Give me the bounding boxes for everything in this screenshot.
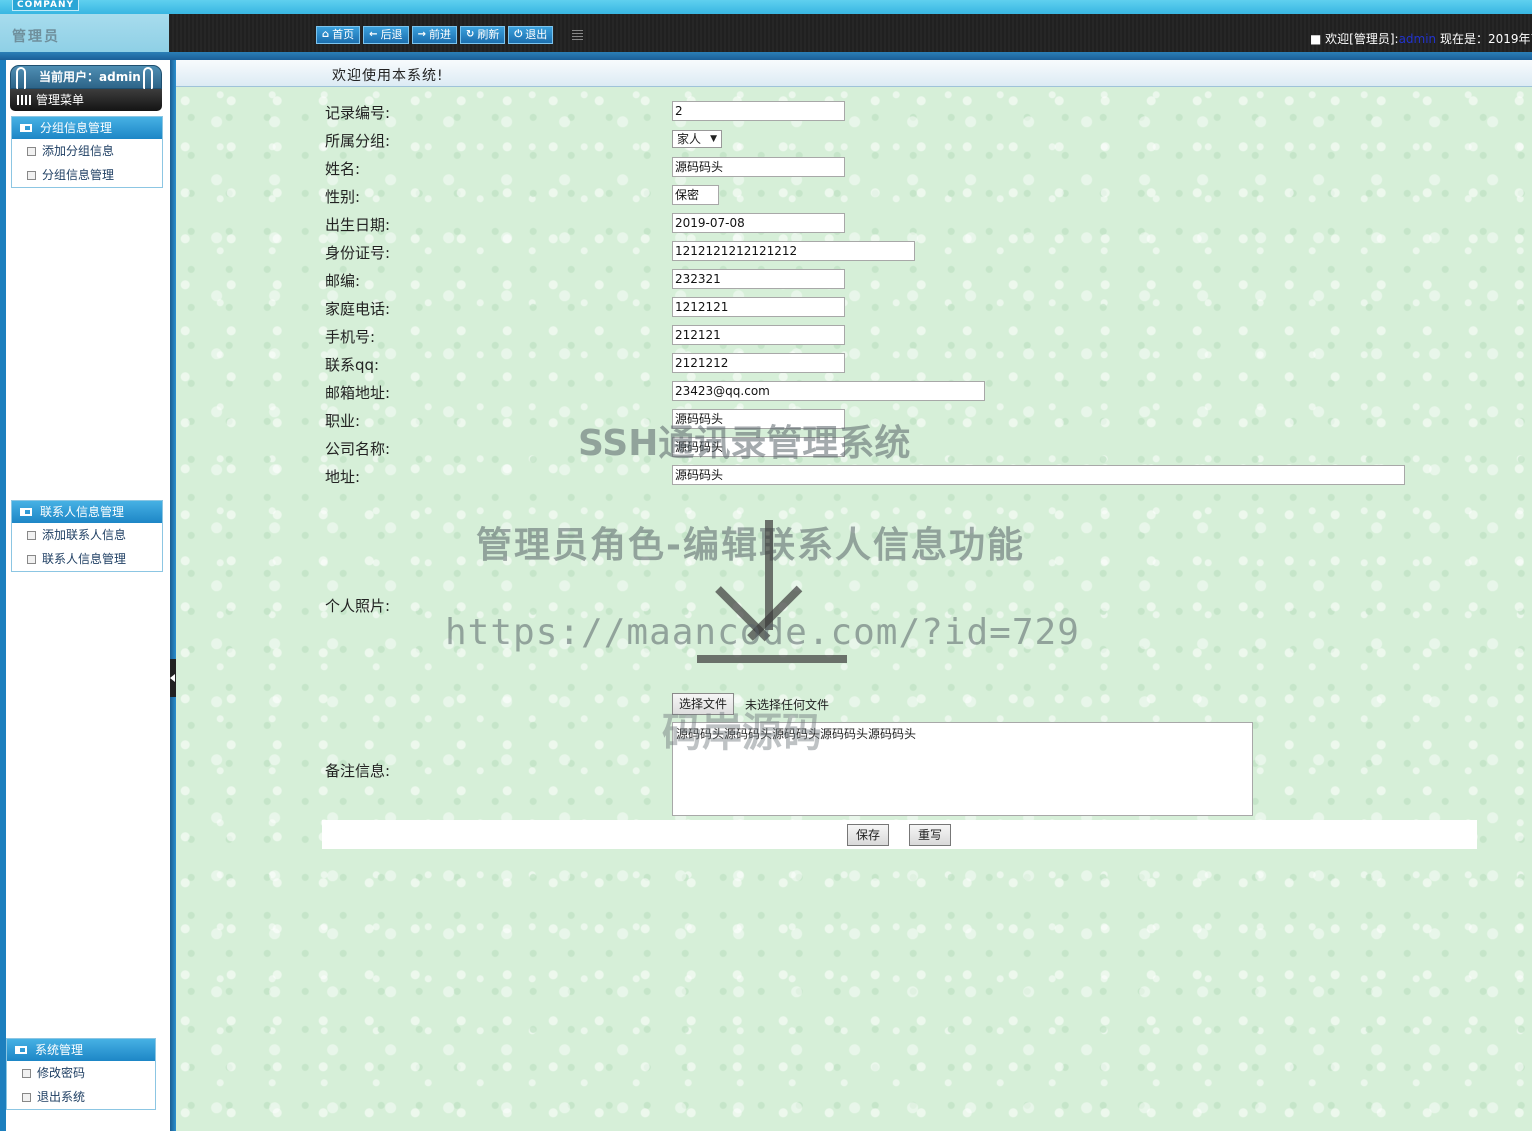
toolbar: ⌂ 首页 ← 后退 → 前进 ↻ 刷新 ⏻ 退出 [316, 26, 554, 44]
back-button[interactable]: ← 后退 [363, 26, 409, 44]
panel-icon [20, 124, 32, 132]
label-company: 公司名称: [325, 440, 391, 458]
hook-icon [143, 67, 153, 89]
mobile-field[interactable]: 212121 [672, 325, 845, 345]
label-birthday: 出生日期: [325, 216, 391, 234]
label-id-card: 身份证号: [325, 244, 391, 262]
panel-icon [20, 508, 32, 516]
forward-button[interactable]: → 前进 [411, 26, 457, 44]
panel-group-management: 分组信息管理 添加分组信息 分组信息管理 [11, 116, 163, 188]
header: 管理员 ⌂ 首页 ← 后退 → 前进 ↻ 刷新 ⏻ 退出 ■ 欢迎[管理员]:admin … [0, 14, 1532, 52]
document-icon [27, 555, 36, 564]
panel-header[interactable]: 联系人信息管理 [12, 501, 162, 523]
qq-field[interactable]: 2121212 [672, 353, 845, 373]
birthday-field[interactable]: 2019-07-08 [672, 213, 845, 233]
sidebar-item-add-contact[interactable]: 添加联系人信息 [12, 523, 162, 547]
role-box: 管理员 [0, 14, 169, 52]
menu-title-strip: 管理菜单 [10, 89, 162, 111]
hook-icon [16, 67, 26, 89]
label-remark: 备注信息: [325, 762, 391, 780]
home-button[interactable]: ⌂ 首页 [316, 26, 361, 44]
label-name: 姓名: [325, 160, 361, 178]
company-logo: COMPANY [12, 0, 79, 11]
sidebar: 当前用户：admin 管理菜单 分组信息管理 添加分组信息 分组信息管理 联系人… [0, 60, 170, 1131]
refresh-icon: ↻ [465, 29, 475, 40]
record-no-field[interactable]: 2 [672, 101, 845, 121]
welcome-text: ■ 欢迎[管理员]:admin 现在是：2019年7月 [1310, 32, 1532, 46]
main-title-bar: 欢迎使用本系统! [176, 60, 1532, 87]
label-qq: 联系qq: [325, 356, 380, 374]
sidebar-item-add-group[interactable]: 添加分组信息 [12, 139, 162, 163]
watermark-subtitle: 管理员角色-编辑联系人信息功能 [476, 525, 1025, 566]
label-job: 职业: [325, 412, 361, 430]
arrow-left-icon: ← [369, 29, 378, 40]
sidebar-item-change-password[interactable]: 修改密码 [7, 1061, 155, 1085]
postcode-field[interactable]: 232321 [672, 269, 845, 289]
grid-icon [17, 95, 31, 105]
reset-button[interactable]: 重写 [909, 824, 952, 846]
menu-title: 管理菜单 [36, 93, 85, 107]
label-gender: 性别: [325, 188, 361, 206]
document-icon [22, 1093, 31, 1102]
email-field[interactable]: 23423@qq.com [672, 381, 985, 401]
panel-header[interactable]: 分组信息管理 [12, 117, 162, 139]
power-icon: ⏻ [514, 29, 523, 40]
gender-field[interactable]: 保密 [672, 185, 719, 205]
name-field[interactable]: 源码码头 [672, 157, 845, 177]
document-icon [27, 531, 36, 540]
panel-icon [15, 1046, 27, 1054]
document-icon [22, 1069, 31, 1078]
address-field[interactable]: 源码码头 [672, 465, 1405, 485]
page-title: 欢迎使用本系统! [332, 68, 444, 84]
group-select[interactable]: 家人 ▼ [672, 130, 722, 148]
refresh-button[interactable]: ↻ 刷新 [459, 26, 506, 44]
panel-contact-management: 联系人信息管理 添加联系人信息 联系人信息管理 [11, 500, 163, 572]
label-photo: 个人照片: [325, 597, 391, 615]
home-phone-field[interactable]: 1212121 [672, 297, 845, 317]
label-record-no: 记录编号: [325, 104, 391, 122]
panel-system-management: 系统管理 修改密码 退出系统 [6, 1038, 156, 1110]
dropdown-arrow-icon: ▼ [710, 134, 717, 144]
document-icon [27, 171, 36, 180]
watermark-brand: 码岸源码 [662, 710, 822, 756]
label-group: 所属分组: [325, 132, 391, 150]
arrow-right-icon: → [417, 29, 426, 40]
welcome-username: admin [1398, 32, 1437, 46]
save-button[interactable]: 保存 [847, 824, 890, 846]
menu-lines-icon[interactable] [572, 30, 583, 41]
id-card-field[interactable]: 1212121212121212 [672, 241, 915, 261]
header-bottom-bar [0, 52, 1532, 60]
label-postcode: 邮编: [325, 272, 361, 290]
form-button-row: 保存 重写 [322, 820, 1477, 849]
logout-button[interactable]: ⏻ 退出 [508, 26, 554, 44]
sidebar-item-group-management[interactable]: 分组信息管理 [12, 163, 162, 187]
top-strip: COMPANY [0, 0, 1532, 14]
label-mobile: 手机号: [325, 328, 376, 346]
home-icon: ⌂ [322, 29, 330, 40]
label-address: 地址: [325, 468, 361, 486]
panel-header[interactable]: 系统管理 [7, 1039, 155, 1061]
document-icon [27, 147, 36, 156]
current-user-label: 当前用户：admin [39, 70, 141, 84]
watermark-title: SSH通讯录管理系统 [578, 423, 911, 464]
sidebar-item-logout[interactable]: 退出系统 [7, 1085, 155, 1109]
watermark-url: https://maancode.com/?id=729 [445, 612, 1080, 653]
label-email: 邮箱地址: [325, 384, 391, 402]
role-title: 管理员 [12, 29, 60, 45]
current-user-strip: 当前用户：admin [10, 65, 162, 89]
label-home-phone: 家庭电话: [325, 300, 391, 318]
sidebar-item-contact-management[interactable]: 联系人信息管理 [12, 547, 162, 571]
